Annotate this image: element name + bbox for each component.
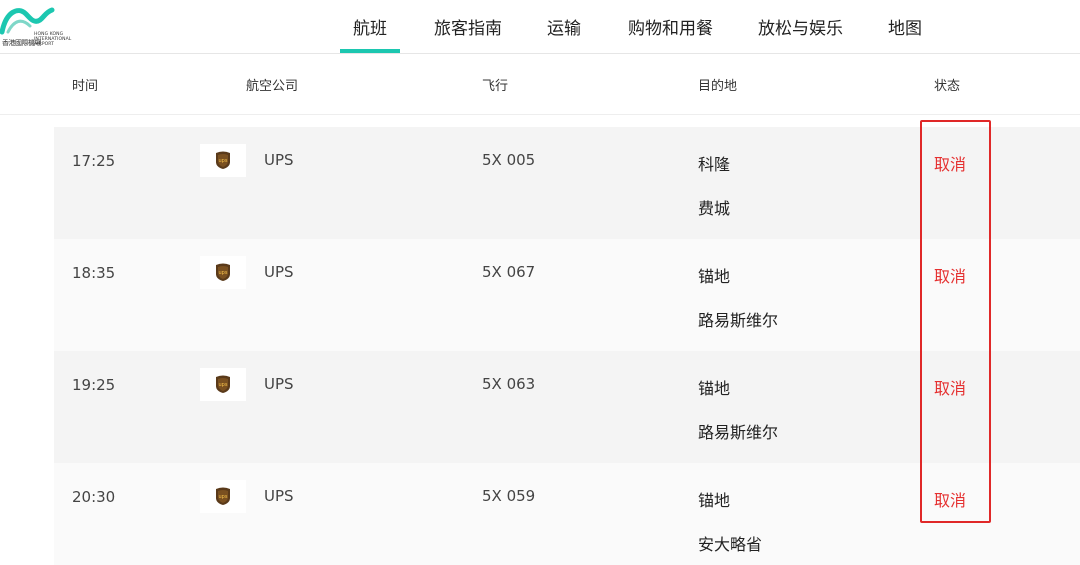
flight-time: 18:35: [72, 264, 116, 282]
flight-number[interactable]: 5X 067: [482, 263, 535, 281]
ups-logo-icon: ups: [200, 144, 246, 177]
ups-logo-icon: ups: [200, 368, 246, 401]
destination-primary: 锚地: [698, 491, 731, 510]
header-divider: [0, 114, 1080, 115]
column-header-airline: 航空公司: [246, 79, 299, 94]
site-header: 香港國際機場 HONG KONG INTERNATIONAL AIRPORT 航…: [0, 0, 1080, 54]
ups-logo-icon: ups: [200, 480, 246, 513]
destination-secondary: 安大略省: [698, 535, 763, 554]
airline-name: UPS: [264, 263, 294, 281]
nav-item-transport[interactable]: 运输: [547, 14, 581, 39]
nav-item-relax-entertainment[interactable]: 放松与娱乐: [758, 14, 843, 39]
status-highlight-box: [920, 120, 991, 523]
flight-time: 17:25: [72, 152, 116, 170]
hkia-logo-mark-icon: [0, 7, 55, 35]
airline-name: UPS: [264, 151, 294, 169]
nav-active-indicator: [340, 49, 400, 53]
flight-time: 20:30: [72, 488, 116, 506]
airline-name: UPS: [264, 375, 294, 393]
flight-number[interactable]: 5X 059: [482, 487, 535, 505]
destination-secondary: 费城: [698, 199, 731, 218]
flight-time: 19:25: [72, 376, 116, 394]
flight-number[interactable]: 5X 005: [482, 151, 535, 169]
destination-primary: 锚地: [698, 379, 731, 398]
logo-en-text: HONG KONG INTERNATIONAL AIRPORT: [34, 32, 72, 47]
nav-item-shopping-dining[interactable]: 购物和用餐: [628, 14, 713, 39]
hkia-logo[interactable]: 香港國際機場 HONG KONG INTERNATIONAL AIRPORT: [0, 2, 80, 50]
nav-item-map[interactable]: 地图: [888, 14, 922, 39]
svg-text:ups: ups: [219, 270, 228, 276]
nav-item-flights[interactable]: 航班: [353, 14, 387, 39]
column-header-flight: 飞行: [482, 79, 509, 94]
flight-board-page: 香港國際機場 HONG KONG INTERNATIONAL AIRPORT 航…: [0, 0, 1080, 565]
ups-logo-icon: ups: [200, 256, 246, 289]
column-header-time: 时间: [72, 79, 99, 94]
nav-item-passenger-guide[interactable]: 旅客指南: [434, 14, 502, 39]
destination-primary: 锚地: [698, 267, 731, 286]
svg-text:ups: ups: [219, 382, 228, 388]
destination-secondary: 路易斯维尔: [698, 311, 779, 330]
column-header-destination: 目的地: [698, 79, 738, 94]
destination-secondary: 路易斯维尔: [698, 423, 779, 442]
column-header-status: 状态: [934, 79, 961, 94]
svg-text:ups: ups: [219, 158, 228, 164]
airline-name: UPS: [264, 487, 294, 505]
destination-primary: 科隆: [698, 155, 731, 174]
svg-text:ups: ups: [219, 494, 228, 500]
flight-number[interactable]: 5X 063: [482, 375, 535, 393]
